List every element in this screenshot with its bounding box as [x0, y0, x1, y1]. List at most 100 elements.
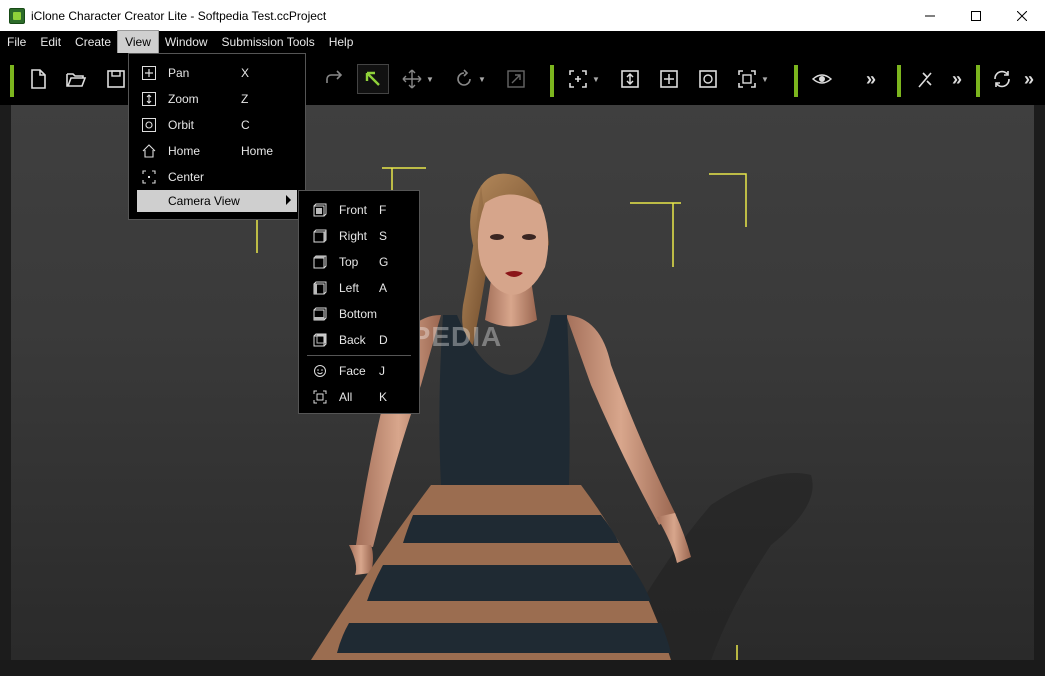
submenu-arrow-icon [286, 195, 291, 205]
camera-view-item-shortcut: A [379, 281, 388, 295]
redo-button[interactable] [322, 65, 346, 93]
camera-view-item-label: Right [339, 229, 368, 243]
camera-view-item-shortcut: K [379, 390, 388, 404]
maximize-button[interactable] [953, 0, 999, 31]
camera-view-item-label: Bottom [339, 307, 378, 321]
menu-edit[interactable]: Edit [33, 31, 68, 53]
cube-right-icon [313, 229, 327, 243]
orbit-button[interactable] [696, 65, 720, 93]
zoom-region-icon [569, 70, 587, 88]
more-icon[interactable]: » [1024, 69, 1034, 90]
pose-button[interactable] [913, 65, 937, 93]
more-icon[interactable]: » [866, 69, 876, 90]
view-menu-item-orbit[interactable]: Orbit C [129, 112, 305, 138]
iclone-app-icon[interactable] [9, 7, 25, 24]
view-menu-item-label: Home [168, 144, 201, 158]
minimize-button[interactable] [907, 0, 953, 31]
cube-top-icon [313, 255, 327, 269]
camera-view-item-shortcut: F [379, 203, 387, 217]
select-arrow-icon [365, 71, 380, 86]
open-button[interactable] [64, 65, 88, 93]
window-controls [907, 0, 1045, 31]
minimize-icon [925, 15, 935, 16]
orbit-icon [142, 118, 156, 132]
maximize-icon [971, 10, 981, 21]
menu-create[interactable]: Create [68, 31, 118, 53]
cube-left-icon [313, 281, 327, 295]
menu-submission-tools[interactable]: Submission Tools [215, 31, 322, 53]
camera-view-item-label: Top [339, 255, 359, 269]
camera-view-item-shortcut: S [379, 229, 388, 243]
camera-view-item-back[interactable]: Back D [299, 327, 419, 353]
zoom-icon [142, 92, 156, 106]
save-icon [107, 70, 125, 88]
view-menu-item-camera-view[interactable]: Camera View [137, 190, 297, 212]
zoom-region-button[interactable]: ▼ [566, 65, 600, 93]
camera-view-item-top[interactable]: Top G [299, 249, 419, 275]
chevron-down-icon: ▼ [478, 74, 486, 84]
menu-file[interactable]: File [0, 31, 33, 53]
cube-back-icon [313, 333, 327, 347]
close-button[interactable] [999, 0, 1045, 31]
camera-view-item-front[interactable]: Front F [299, 197, 419, 223]
save-button[interactable] [104, 65, 128, 93]
close-icon [1017, 10, 1027, 21]
camera-view-item-face[interactable]: Face J [299, 358, 419, 384]
move-icon [402, 69, 422, 89]
viewport-right-border [1034, 105, 1045, 660]
menu-view[interactable]: View [117, 30, 159, 54]
view-menu-item-label: Orbit [168, 118, 195, 132]
status-strip [0, 660, 1045, 676]
camera-view-item-left[interactable]: Left A [299, 275, 419, 301]
menu-help[interactable]: Help [322, 31, 361, 53]
orbit-icon [699, 70, 717, 88]
new-file-button[interactable] [26, 65, 50, 93]
view-menu-item-home[interactable]: Home Home [129, 138, 305, 164]
scale-icon [507, 70, 525, 88]
view-menu-item-center[interactable]: Center [129, 164, 305, 190]
move-tool-button[interactable]: ▼ [400, 65, 434, 93]
toolbar-separator [10, 65, 14, 97]
open-folder-icon [66, 73, 87, 87]
camera-view-item-bottom[interactable]: Bottom [299, 301, 419, 327]
pan-icon [142, 66, 156, 80]
visibility-button[interactable] [810, 65, 834, 93]
menu-bar: File Edit Create View Window Submission … [0, 30, 1045, 54]
pose-icon [918, 72, 932, 88]
refresh-button[interactable] [990, 65, 1014, 93]
rotate-tool-button[interactable]: ▼ [452, 65, 486, 93]
zoom-button[interactable] [618, 65, 642, 93]
menu-divider [307, 355, 411, 356]
view-menu-item-shortcut: Home [241, 144, 274, 158]
menu-window[interactable]: Window [158, 31, 215, 53]
chevron-down-icon: ▼ [761, 74, 769, 84]
toolbar-separator [794, 65, 798, 97]
view-menu-item-label: Pan [168, 66, 190, 80]
eye-icon [811, 74, 833, 84]
refresh-icon [994, 70, 1010, 88]
home-icon [142, 144, 156, 158]
pan-button[interactable] [657, 65, 681, 93]
view-menu-item-pan[interactable]: Pan X [129, 60, 305, 86]
view-menu-item-shortcut: X [241, 66, 250, 80]
camera-view-item-label: Left [339, 281, 360, 295]
camera-view-submenu: Front F Right S Top G Left A Bottom Back… [298, 190, 420, 414]
camera-view-item-shortcut: J [379, 364, 385, 378]
view-menu-dropdown: Pan X Zoom Z Orbit C Home Home Center Ca… [128, 53, 306, 220]
zoom-icon [621, 70, 639, 88]
fit-view-button[interactable]: ▼ [735, 65, 769, 93]
select-tool-button[interactable] [357, 64, 389, 94]
camera-view-item-all[interactable]: All K [299, 384, 419, 410]
redo-icon [326, 70, 343, 83]
toolbar-separator [550, 65, 554, 97]
scale-tool-button[interactable] [504, 65, 528, 93]
more-icon[interactable]: » [952, 69, 962, 90]
view-menu-item-zoom[interactable]: Zoom Z [129, 86, 305, 112]
cube-bottom-icon [313, 307, 327, 321]
face-icon [314, 365, 326, 377]
camera-view-item-label: Face [339, 364, 366, 378]
camera-view-item-label: Front [339, 203, 368, 217]
camera-view-item-label: All [339, 390, 353, 404]
camera-view-item-shortcut: D [379, 333, 388, 347]
camera-view-item-right[interactable]: Right S [299, 223, 419, 249]
